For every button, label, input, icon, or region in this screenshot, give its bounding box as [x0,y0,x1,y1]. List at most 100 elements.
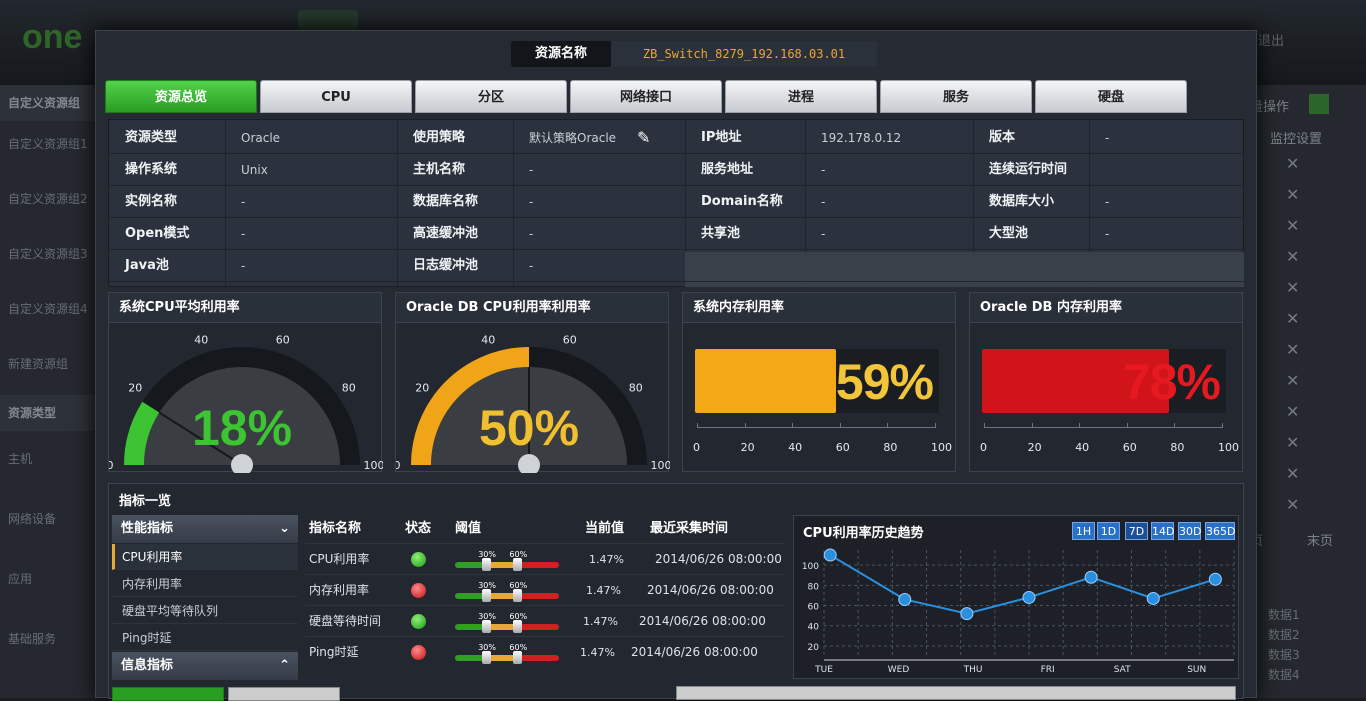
cpu-trend-chart: CPU利用率历史趋势 1H 1D 7D 14D 30D 365D 20 40 60 80 100 T… [793,515,1239,679]
sidebar-item[interactable]: 自定义资源组 [0,85,100,121]
info-label: 资源类型 [125,130,178,145]
sidebar-item[interactable]: 基础服务 [0,620,100,675]
chart-plot: 20 40 60 80 100 TUE WED THU FRI SAT SUN [802,548,1235,675]
tab-3[interactable]: 网络接口 [570,80,722,113]
cpu-data-point[interactable] [1022,590,1036,604]
info-label: Domain名称 [701,194,783,209]
sidebar-item[interactable]: 主机 [0,440,100,495]
range-button-1H[interactable]: 1H [1072,522,1095,540]
threshold-low-handle[interactable] [482,651,492,664]
gauge-dial: 18% 0 20 40 60 80 100 [109,333,383,473]
wrench-icon[interactable]: ✕ [1286,309,1304,328]
last-page-link[interactable]: 末页 [1307,530,1333,549]
metrics-column-header: 状态 [405,521,432,536]
cpu-data-point[interactable] [1084,570,1098,584]
batch-ops-dropdown-icon[interactable] [1309,94,1329,114]
bar-tick-mark [1222,423,1223,428]
edit-icon[interactable]: ✎ [637,122,650,154]
logout-link[interactable]: 退出 [1258,30,1284,49]
tab-6[interactable]: 硬盘 [1035,80,1187,113]
cpu-data-point[interactable] [1208,572,1222,586]
info-metrics-header[interactable]: 信息指标 ⌃ [112,652,298,680]
performance-metrics-header[interactable]: 性能指标 ⌄ [112,515,298,543]
cpu-data-point[interactable] [898,592,912,606]
metrics-row[interactable]: CPU利用率 30% 60% 1.47% 2014/06/26 08:00:00 [305,543,785,574]
info-label: 高速缓冲池 [413,226,479,241]
metrics-row[interactable]: 内存利用率 30% 60% 1.47% 2014/06/26 08:00:00 [305,574,785,605]
info-row: 实例名称 - 数据库名称 - Domain名称 - 数据库大小 - [109,186,1245,218]
wrench-icon[interactable]: ✕ [1286,464,1304,483]
threshold-high-handle[interactable] [513,558,523,571]
threshold-low-handle[interactable] [482,589,492,602]
threshold-high-handle[interactable] [513,589,523,602]
perf-item[interactable]: CPU利用率 [112,544,298,570]
wrench-icon[interactable]: ✕ [1286,402,1304,421]
perf-item[interactable]: Ping时延 [112,625,298,651]
sidebar-item[interactable]: 自定义资源组4 [0,290,100,345]
wrench-icon[interactable]: ✕ [1286,278,1304,297]
info-row: Open模式 - 高速缓冲池 - 共享池 - 大型池 - [109,218,1245,250]
tab-4[interactable]: 进程 [725,80,877,113]
wrench-icon[interactable]: ✕ [1286,495,1304,514]
wrench-icon[interactable]: ✕ [1286,216,1304,235]
metrics-row[interactable]: 硬盘等待时间 30% 60% 1.47% 2014/06/26 08:00:00 [305,605,785,636]
cpu-data-point[interactable] [960,607,974,621]
info-value: - [529,259,534,273]
wrench-icon[interactable]: ✕ [1286,154,1304,173]
tab-2[interactable]: 分区 [415,80,567,113]
perf-item[interactable]: 内存利用率 [112,571,298,597]
range-button-30D[interactable]: 30D [1178,522,1201,540]
sidebar-item[interactable]: 新建资源组 [0,345,100,400]
bar-tick-mark [984,423,985,428]
status-icon [411,645,426,660]
tab-5[interactable]: 服务 [880,80,1032,113]
bar-title: Oracle DB 内存利用率 [970,293,1242,323]
bottom-button-2[interactable] [228,687,340,701]
wrench-icon[interactable]: ✕ [1286,371,1304,390]
sidebar-item[interactable]: 资源类型 [0,395,100,431]
sidebar-item[interactable]: 应用 [0,560,100,615]
wrench-icon[interactable]: ✕ [1286,340,1304,359]
threshold-slider[interactable]: 30% 60% [455,643,559,664]
range-button-14D[interactable]: 14D [1151,522,1174,540]
wrench-icon[interactable]: ✕ [1286,185,1304,204]
bar-panel: 系统内存利用率 59% 0 20 40 60 80 100 [682,292,956,472]
gauge-tick-label: 20 [415,381,429,394]
sidebar-item[interactable]: 自定义资源组2 [0,180,100,235]
threshold-low-handle[interactable] [482,558,492,571]
gauge-panel: 系统CPU平均利用率 18% 0 20 40 60 80 100 [108,292,383,473]
range-button-1D[interactable]: 1D [1097,522,1120,540]
bar-tick-label: 80 [1170,441,1185,454]
metrics-column-header: 指标名称 [309,521,362,536]
sidebar-item[interactable]: 网络设备 [0,500,100,555]
gauge-tick-label: 40 [481,333,495,346]
range-button-365D[interactable]: 365D [1205,522,1235,540]
tab-1[interactable]: CPU [260,80,412,113]
perf-item[interactable]: 硬盘平均等待队列 [112,598,298,624]
bottom-button-1[interactable] [112,687,224,701]
wrench-icon[interactable]: ✕ [1286,433,1304,452]
info-label: Open模式 [125,226,190,241]
threshold-low-handle[interactable] [482,620,492,633]
chevron-down-icon[interactable]: ⌄ [279,515,290,543]
wrench-icon[interactable]: ✕ [1286,247,1304,266]
info-value: 默认策略Oracle [529,131,617,145]
x-tick-label: FRI [1041,665,1055,675]
threshold-high-handle[interactable] [513,651,523,664]
threshold-slider[interactable]: 30% 60% [455,581,559,602]
cpu-data-point[interactable] [1146,591,1160,605]
threshold-slider[interactable]: 30% 60% [455,612,559,633]
info-label: 操作系统 [125,162,178,177]
metric-last-time: 2014/06/26 08:00:00 [655,552,782,566]
sidebar-item[interactable]: 自定义资源组1 [0,125,100,180]
metrics-row[interactable]: Ping时延 30% 60% 1.47% 2014/06/26 08:00:00 [305,636,785,667]
tab-0[interactable]: 资源总览 [105,80,257,113]
info-metrics-label: 信息指标 [121,658,174,673]
range-button-7D[interactable]: 7D [1125,522,1148,540]
threshold-high-handle[interactable] [513,620,523,633]
threshold-slider[interactable]: 30% 60% [455,550,559,571]
cpu-data-point[interactable] [823,548,837,562]
info-value: - [241,227,246,241]
sidebar-item[interactable]: 自定义资源组3 [0,235,100,290]
chevron-up-icon[interactable]: ⌃ [279,652,290,680]
